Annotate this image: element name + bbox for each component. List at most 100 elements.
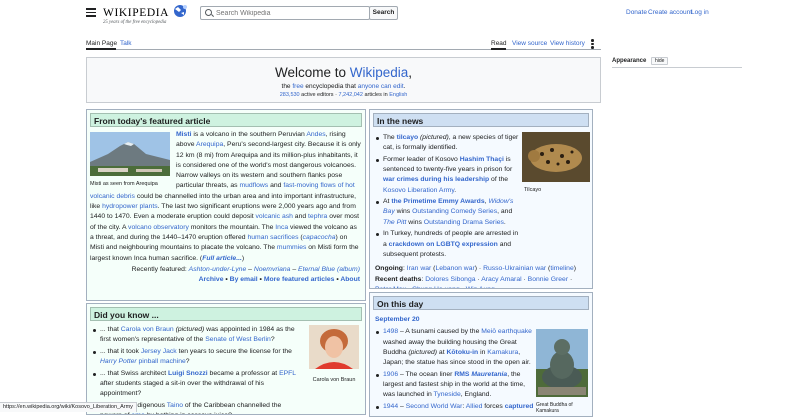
inline-link[interactable]: Outstanding Comedy Series [412,208,497,215]
inline-link[interactable]: mudflows [239,182,268,189]
free-link[interactable]: free [292,83,303,90]
inline-link[interactable]: Kōtoku-in [447,349,479,356]
inline-link[interactable]: volcanic ash [256,213,293,220]
inline-link[interactable]: Dolores Sibonga [425,276,475,283]
inline-link[interactable]: Taino [167,402,183,409]
recently-featured-link[interactable]: Ashton-under-Lyne [189,266,247,273]
more-tools-icon[interactable] [591,39,594,49]
inline-link[interactable]: crackdown on LGBTQ expression [389,241,498,248]
footer-link[interactable]: About [340,276,360,283]
tab-talk[interactable]: Talk [120,40,132,47]
inline-link[interactable]: hydropower plants [102,203,158,210]
tab-view-history[interactable]: View history [550,40,585,47]
inline-link[interactable]: Hashim Thaçi [460,156,504,163]
great-buddha-image[interactable] [536,329,588,397]
inline-link[interactable]: Tyneside [434,391,461,398]
welcome-tagline: the free encyclopedia that anyone can ed… [87,83,600,90]
inline-link[interactable]: EPFL [279,370,296,377]
inline-link[interactable]: Andes [306,131,325,138]
tab-main-page[interactable]: Main Page [86,40,117,47]
inline-link[interactable]: Carola von Braun [121,326,174,333]
footer-link[interactable]: By email [230,276,258,283]
inline-link[interactable]: Peter Max [375,286,406,289]
inline-link[interactable]: Allied [466,403,483,410]
footer-link[interactable]: Archive [199,276,224,283]
inline-link[interactable]: RMS [454,371,471,378]
misti-volcano-image[interactable] [90,132,170,176]
inline-link[interactable]: Win Aung [466,286,495,289]
inline-link[interactable]: 1906 [383,371,398,378]
inline-link[interactable]: The Pitt [383,219,406,226]
inline-link[interactable]: Mauretania [471,371,507,378]
recently-featured-link[interactable]: Noemvriana [254,266,291,273]
wordmark-text: WIKIPEDIA [103,7,168,19]
active-editors-link[interactable]: 283,530 [280,92,300,98]
inline-link[interactable]: mummies [277,244,306,251]
inline-link[interactable]: Aracy Amaral [481,276,521,283]
recently-featured-link[interactable]: Eternal Blue (album) [298,266,360,273]
search-button[interactable]: Search [369,6,398,20]
inline-link[interactable]: Kosovo Liberation Army [383,187,454,194]
inline-text: Former leader of Kosovo [383,156,460,163]
english-link[interactable]: English [389,92,407,98]
otd-date-link[interactable]: September 20 [370,313,592,327]
recently-featured: Recently featured: Ashton-under-Lyne – N… [87,264,365,275]
inline-link[interactable]: Misti [176,131,191,138]
inline-link[interactable]: Iran war [407,265,432,272]
inline-link[interactable]: Full article... [202,255,242,262]
inline-link[interactable]: Second World War [406,403,463,410]
tab-read[interactable]: Read [491,40,507,47]
otd-date[interactable]: September 20 [375,316,420,323]
inline-text: at [437,349,446,356]
welcome-wikipedia-link[interactable]: Wikipedia [350,65,409,80]
t: active editors · [300,92,339,98]
tilcayo-image[interactable] [522,132,590,182]
site-header: WIKIPEDIA 25 years of the free encyclope… [0,0,800,28]
inline-link[interactable]: ama [131,412,145,415]
inline-link[interactable]: Lebanon war [435,265,474,272]
inline-link[interactable]: tephra [308,213,327,220]
anyone-can-edit-link[interactable]: anyone can edit [358,83,404,90]
inline-link[interactable]: tilcayo [397,134,419,141]
inline-link[interactable]: volcano observatory [128,224,189,231]
inline-link[interactable]: 1944 [383,403,398,410]
recent-deaths-line: Recent deaths: Dolores Sibonga · Aracy A… [370,275,592,289]
inline-link[interactable]: capacocha [303,234,336,241]
list-item: ... that Carola von Braun (pictured) was… [91,325,303,346]
donate-link[interactable]: Donate [626,9,647,16]
wikipedia-wordmark[interactable]: WIKIPEDIA 25 years of the free encyclope… [103,4,188,25]
login-link[interactable]: Log in [691,9,709,16]
articles-count-link[interactable]: 7,242,042 [338,92,362,98]
main-menu-icon[interactable] [86,8,96,17]
create-account-link[interactable]: Create account [648,9,692,16]
inline-link[interactable]: timeline [550,265,573,272]
inline-link[interactable]: Meiō earthquake [481,328,532,335]
inline-link[interactable]: Kamakura [487,349,518,356]
inline-link[interactable]: Arequipa [196,141,223,148]
inline-link[interactable]: captured [505,403,534,410]
on-this-day-box: On this day September 20 Great Buddha of… [369,292,593,417]
inline-text: ? [186,358,190,365]
footer-link[interactable]: More featured articles [264,276,335,283]
inline-text: monitors the mountain. The [189,224,275,231]
carola-von-braun-photo[interactable] [309,325,359,369]
inline-link[interactable]: pinball machine [137,358,186,365]
inline-link[interactable]: Jersey Jack [141,348,177,355]
inline-link[interactable]: 1498 [383,328,398,335]
inline-link[interactable]: Harry Potter [100,358,137,365]
inline-link[interactable]: Chung Ho-yong [412,286,460,289]
appearance-hide-button[interactable]: hide [651,57,668,65]
search-input[interactable] [216,8,366,18]
inline-link[interactable]: Luigi Snozzi [168,370,208,377]
inline-link[interactable]: Senate of West Berlin [205,336,271,343]
inline-link[interactable]: human sacrifices [247,234,298,241]
inline-link[interactable]: war crimes during his leadership [383,176,489,183]
inline-link[interactable]: the Primetime Emmy Awards [391,198,484,205]
tab-view-source[interactable]: View source [512,40,547,47]
search-box[interactable] [200,6,370,20]
inline-link[interactable]: Russo-Ukrainian war [483,265,546,272]
inline-link[interactable]: Bonnie Greer [528,276,568,283]
inline-link[interactable]: Outstanding Drama Series [424,219,504,226]
welcome-prefix: Welcome to [275,65,350,80]
inline-link[interactable]: Inca [275,224,288,231]
